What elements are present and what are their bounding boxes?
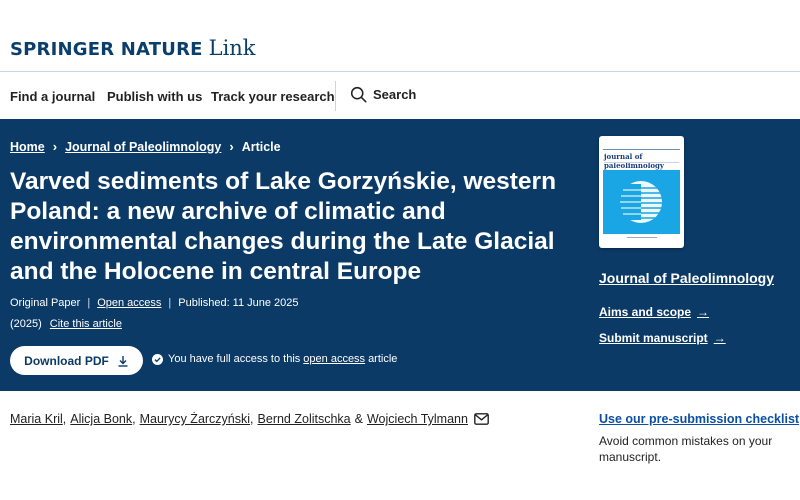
author-joiner: & xyxy=(354,412,363,426)
submit-manuscript-link[interactable]: Submit manuscript → xyxy=(599,331,726,345)
logo-brand-text: SPRINGER NATURE xyxy=(10,39,203,60)
aims-scope-label: Aims and scope xyxy=(599,305,692,319)
meta-divider: | xyxy=(168,297,172,309)
cover-artwork xyxy=(603,170,680,234)
journal-cover-image[interactable]: journal of paleolimnology xyxy=(599,136,684,248)
check-circle-icon xyxy=(152,353,163,365)
author-link[interactable]: Wojciech Tylmann xyxy=(367,412,468,426)
checklist-description: Avoid common mistakes on your manuscript… xyxy=(599,434,773,464)
nav-publish-with-us[interactable]: Publish with us xyxy=(107,89,202,104)
download-icon xyxy=(118,355,128,367)
nav-divider xyxy=(335,81,336,111)
access-note-text: You have full access to this xyxy=(168,353,301,365)
checklist-label: Use our pre-submission checklist xyxy=(599,412,800,426)
author-link[interactable]: Alicja Bonk xyxy=(70,412,132,426)
access-note: You have full access to this open access… xyxy=(152,353,397,365)
chevron-right-icon: › xyxy=(52,139,58,154)
author-link[interactable]: Maurycy Żarczyński xyxy=(140,412,250,426)
open-access-link[interactable]: Open access xyxy=(97,297,161,309)
pre-submission-checklist-link[interactable]: Use our pre-submission checklist→ xyxy=(599,412,800,426)
breadcrumb-current: Article xyxy=(241,139,281,154)
meta-divider: | xyxy=(87,297,91,309)
nav-find-journal[interactable]: Find a journal xyxy=(10,89,95,104)
download-pdf-label: Download PDF xyxy=(24,353,109,368)
breadcrumb-home[interactable]: Home xyxy=(10,140,45,154)
breadcrumb: Home › Journal of Paleolimnology › Artic… xyxy=(10,139,281,154)
logo-link-text: Link xyxy=(208,36,256,60)
cite-article-link[interactable]: Cite this article xyxy=(50,318,122,330)
author-link[interactable]: Maria Kril xyxy=(10,412,63,426)
main-nav: Find a journal Publish with us Track you… xyxy=(0,73,800,119)
cover-title: journal of paleolimnology xyxy=(604,152,664,170)
article-meta: Original Paper | Open access | Published… xyxy=(10,297,299,309)
nav-track-research[interactable]: Track your research xyxy=(211,89,335,104)
arrow-right-icon: → xyxy=(697,305,710,319)
published-date: Published: 11 June 2025 xyxy=(178,297,299,309)
access-note-link[interactable]: open access xyxy=(303,353,365,365)
search-label: Search xyxy=(373,87,417,102)
access-note-suffix: article xyxy=(368,353,398,365)
envelope-icon[interactable] xyxy=(474,413,489,425)
author-list: Maria Kril, Alicja Bonk, Maurycy Żarczyń… xyxy=(10,412,489,426)
journal-title-link[interactable]: Journal of Paleolimnology xyxy=(599,270,774,286)
cover-header-rule xyxy=(603,140,680,150)
article-title: Varved sediments of Lake Gorzyńskie, wes… xyxy=(10,168,557,285)
cover-publisher-mark xyxy=(627,237,657,242)
article-hero: Home › Journal of Paleolimnology › Artic… xyxy=(0,119,800,391)
breadcrumb-journal[interactable]: Journal of Paleolimnology xyxy=(65,140,221,154)
search-icon xyxy=(350,86,367,103)
author-link[interactable]: Bernd Zolitschka xyxy=(258,412,351,426)
submit-manuscript-label: Submit manuscript xyxy=(599,331,708,345)
aims-scope-link[interactable]: Aims and scope → xyxy=(599,305,709,319)
site-header: SPRINGER NATURE Link xyxy=(0,0,800,72)
chevron-right-icon: › xyxy=(229,139,234,154)
article-type: Original Paper xyxy=(10,297,81,309)
cover-subtitle-rule xyxy=(604,162,679,166)
springer-nature-link-logo[interactable]: SPRINGER NATURE Link xyxy=(10,36,256,60)
arrow-right-icon: → xyxy=(713,331,726,345)
article-meta-secondary: (2025) Cite this article xyxy=(10,318,122,330)
download-pdf-button[interactable]: Download PDF xyxy=(10,346,143,375)
article-year: (2025) xyxy=(10,318,42,330)
search-button[interactable]: Search xyxy=(350,86,416,103)
